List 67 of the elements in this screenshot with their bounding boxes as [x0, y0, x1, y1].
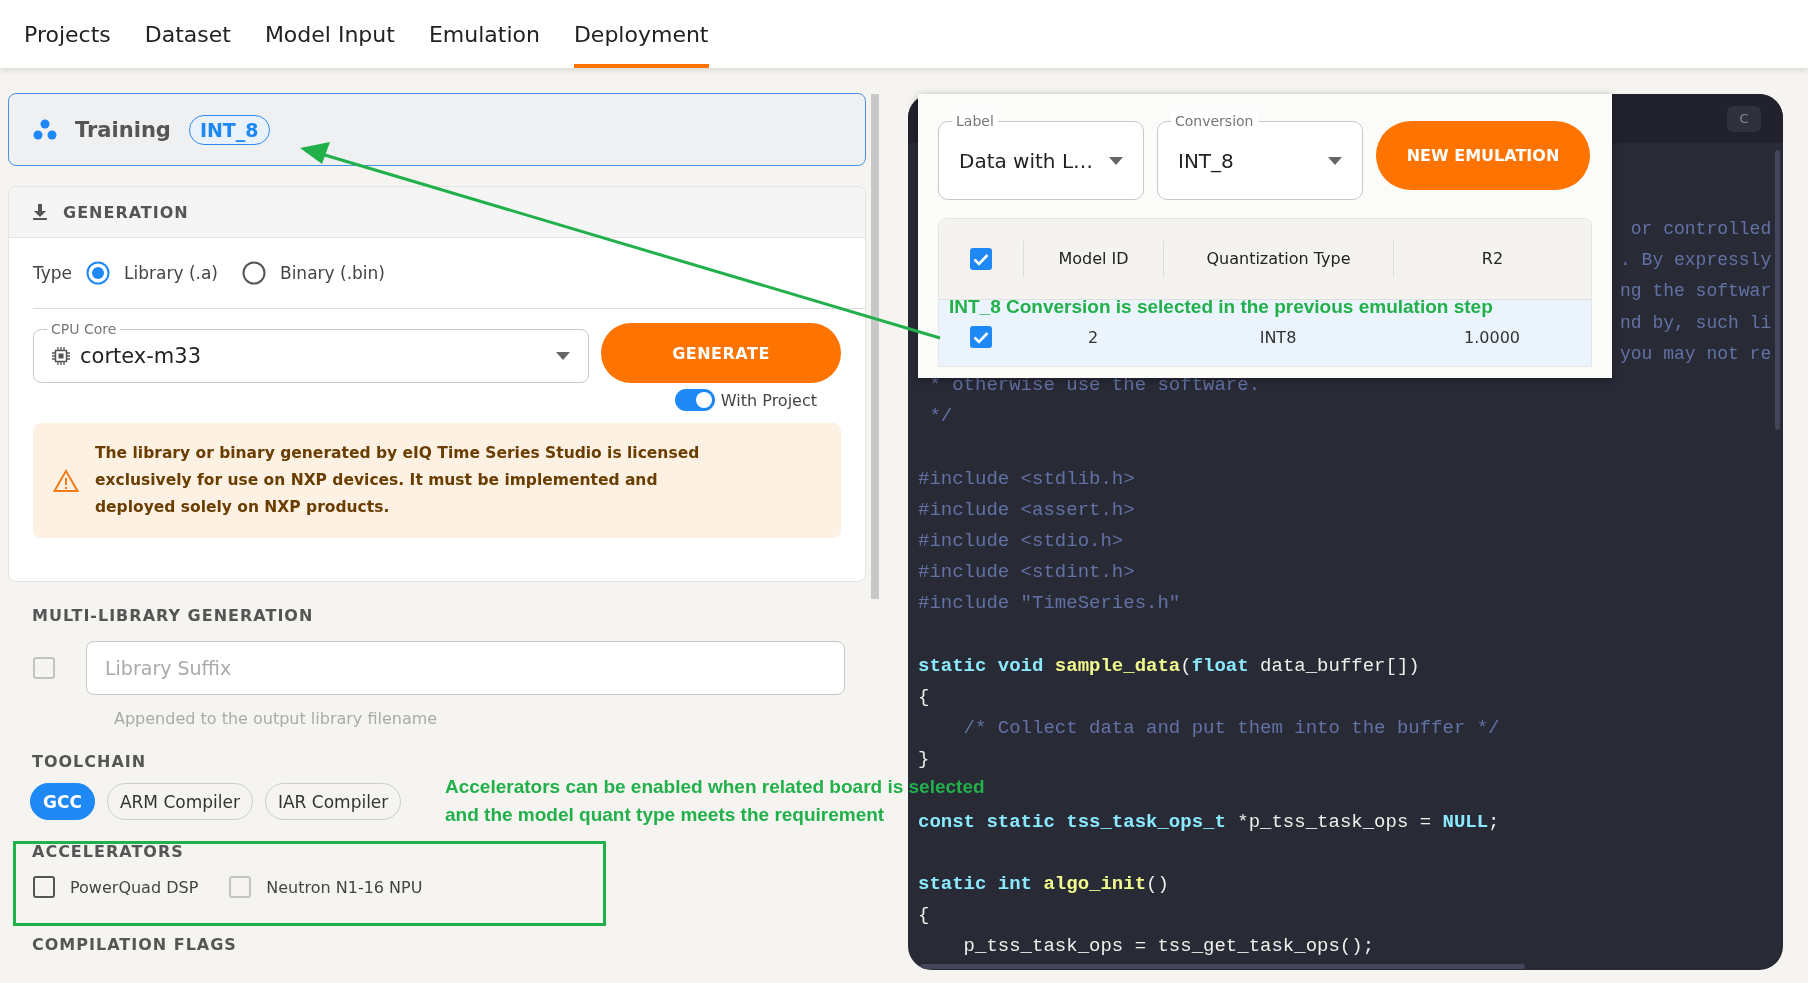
field-label: Type	[33, 263, 73, 283]
code-line: #include <stdio.h>	[918, 529, 1124, 552]
quant-badge: INT_8	[188, 114, 270, 145]
annotation-text: Accelerators can be enabled when related board is selected	[445, 775, 985, 799]
code-line: you may not re	[1620, 343, 1772, 364]
radio-label: Binary (.bin)	[280, 263, 385, 283]
code-line: ng the softwar	[1620, 281, 1772, 302]
code-line: {	[918, 904, 930, 927]
column-header: Quantization Type	[1163, 241, 1393, 277]
code-line: */	[928, 405, 953, 428]
caret-icon	[1328, 156, 1342, 165]
code-line: #include "TimeSeries.h"	[918, 592, 1181, 615]
chip-icon	[52, 347, 70, 365]
copy-button[interactable]: C	[1727, 105, 1761, 132]
code-line: static int algo_init()	[918, 872, 1169, 895]
code-line: or controlled	[1629, 219, 1772, 239]
checkbox[interactable]	[32, 875, 56, 899]
nav-tab[interactable]: Model Input	[264, 0, 395, 68]
nav-tab[interactable]: Deployment	[573, 0, 709, 68]
table-cell-text: INT8	[1258, 327, 1298, 347]
section-title: MULTI-LIBRARY GENERATION	[32, 606, 315, 625]
code-line: #include <stdlib.h>	[918, 467, 1135, 490]
toolchain-chip[interactable]: GCC	[30, 783, 95, 820]
column-header: Model ID	[1023, 241, 1163, 277]
column-header: R2	[1393, 241, 1591, 277]
radio-button[interactable]	[242, 261, 266, 285]
scrollbar[interactable]	[920, 964, 1525, 969]
model-name: Training	[75, 117, 171, 142]
code-line: static void sample_data(float data_buffer[])	[918, 654, 1420, 677]
caret-icon	[1109, 156, 1123, 165]
code-line: {	[918, 685, 930, 708]
section-title: COMPILATION FLAGS	[32, 935, 238, 954]
checkbox[interactable]	[969, 247, 993, 271]
caret-icon	[556, 352, 570, 360]
radio-label: Library (.a)	[124, 263, 218, 283]
scrollbar[interactable]	[871, 94, 879, 599]
code-line: #include <assert.h>	[918, 498, 1135, 521]
code-line: }	[918, 748, 930, 771]
code-line: . By expressly	[1620, 250, 1772, 271]
checkbox[interactable]	[32, 656, 56, 680]
toggle-switch[interactable]	[674, 389, 715, 411]
section-title: GENERATION	[63, 202, 189, 222]
table-cell-text: 1.0000	[1463, 327, 1521, 347]
checkbox[interactable]	[969, 325, 993, 349]
code-line: nd by, such li	[1620, 312, 1772, 333]
nav-tab[interactable]: Emulation	[428, 0, 540, 68]
radio-button[interactable]	[86, 261, 111, 285]
scrollbar[interactable]	[1775, 150, 1780, 430]
checkbox-label: PowerQuad DSP	[70, 877, 199, 897]
checkbox-label: Neutron N1-16 NPU	[266, 877, 423, 897]
code-line: p_tss_task_ops = tss_get_task_ops();	[962, 935, 1375, 958]
cluster-icon	[33, 118, 57, 141]
warning-text: The library or binary generated by eIQ Time Series Studio is licensed exclusively for use on NXP devices. It must be implemented and deployed solely on NXP products.	[95, 443, 701, 518]
helper-text: Appended to the output library filename	[114, 709, 439, 728]
warning-icon	[53, 468, 79, 493]
section-title: TOOLCHAIN	[32, 752, 148, 771]
nav-tab[interactable]: Dataset	[144, 0, 231, 68]
annotation-text: and the model quant type meets the requirement	[445, 803, 885, 827]
code-line: /* Collect data and put them into the buffer */	[962, 717, 1500, 739]
toggle-label: With Project	[720, 390, 817, 410]
download-icon	[31, 203, 49, 221]
library-suffix-field[interactable]: Library Suffix	[86, 641, 845, 695]
code-line: #include <stdint.h>	[918, 561, 1135, 584]
section-title: ACCELERATORS	[32, 842, 185, 861]
table-cell-text: 2	[1086, 327, 1100, 347]
nav-tab[interactable]: Projects	[24, 0, 111, 68]
code-line: const static tss_task_ops_t *p_tss_task_ops = NULL;	[918, 810, 1500, 833]
